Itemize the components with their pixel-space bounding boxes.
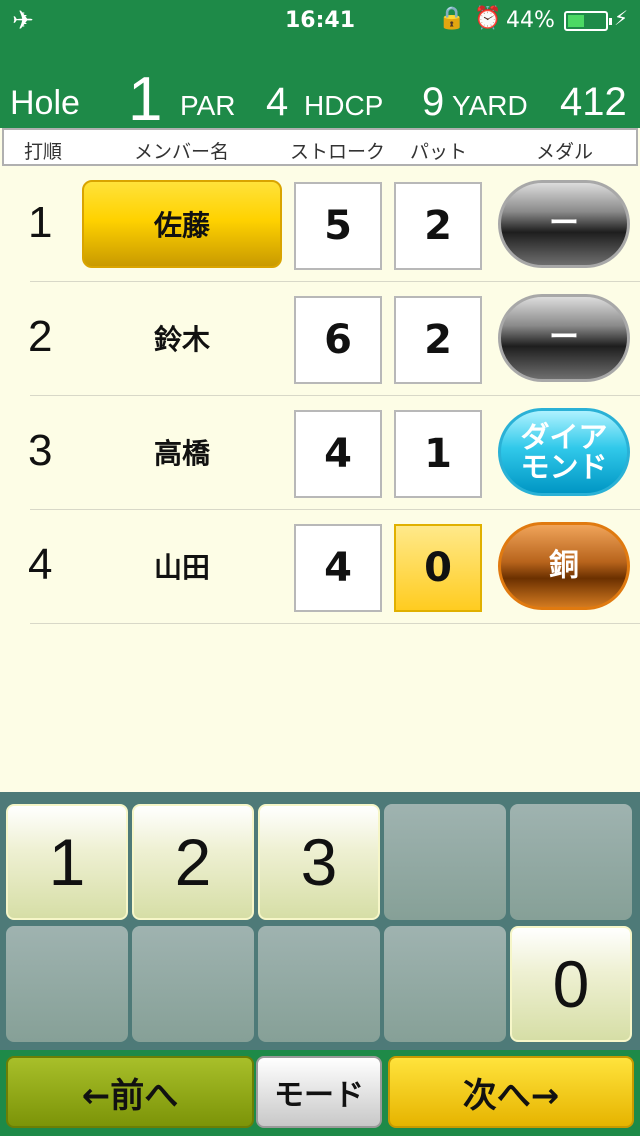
hdcp-label: HDCP: [304, 90, 384, 121]
column-member: メンバー名: [134, 141, 230, 163]
medal-badge[interactable]: ー: [498, 180, 630, 268]
status-bar: ✈ 16:41 🔒 ⏰ 44% ⚡: [0, 0, 640, 40]
key-2[interactable]: 2: [132, 804, 254, 920]
player-order: 1: [28, 198, 53, 247]
stroke-cell[interactable]: 6: [294, 296, 382, 384]
yard-label: YARD: [452, 90, 528, 121]
key-empty: [132, 926, 254, 1042]
player-name-button[interactable]: 山田: [82, 522, 282, 610]
mode-button[interactable]: モード: [256, 1056, 382, 1128]
putt-cell[interactable]: 2: [394, 296, 482, 384]
player-row: 2 鈴木 6 2 ー: [0, 282, 640, 396]
player-order: 4: [28, 540, 53, 589]
par-label: PAR: [180, 90, 236, 121]
player-name-button[interactable]: 鈴木: [82, 294, 282, 382]
row-divider: [30, 623, 640, 624]
key-1[interactable]: 1: [6, 804, 128, 920]
column-header: 打順 メンバー名 ストローク パット メダル: [2, 128, 638, 166]
player-name-button[interactable]: 高橋: [82, 408, 282, 496]
bottom-nav: ←前へ モード 次へ→: [0, 1050, 640, 1136]
medal-label-line: モンド: [520, 450, 608, 484]
column-order: 打順: [24, 141, 63, 163]
battery-fill: [568, 15, 584, 27]
stroke-cell[interactable]: 4: [294, 524, 382, 612]
alarm-icon: ⏰: [474, 6, 502, 31]
key-empty: [258, 926, 380, 1042]
medal-label: ダイア モンド: [520, 419, 608, 484]
key-empty: [6, 926, 128, 1042]
player-order: 2: [28, 312, 53, 361]
hole-label: Hole: [10, 84, 80, 122]
player-row: 3 高橋 4 1 ダイア モンド: [0, 396, 640, 510]
hole-value: 1: [128, 65, 163, 134]
par-value: 4: [266, 80, 289, 124]
key-empty: [384, 926, 506, 1042]
stroke-cell[interactable]: 4: [294, 410, 382, 498]
putt-cell[interactable]: 1: [394, 410, 482, 498]
column-stroke: ストローク: [290, 141, 386, 163]
number-keypad: 1 2 3 0: [0, 792, 640, 1050]
key-0[interactable]: 0: [510, 926, 632, 1042]
rotation-lock-icon: 🔒: [438, 6, 466, 31]
player-order: 3: [28, 426, 53, 475]
battery-icon: [564, 11, 612, 31]
medal-badge[interactable]: 銅: [498, 522, 630, 610]
putt-cell[interactable]: 2: [394, 182, 482, 270]
key-3[interactable]: 3: [258, 804, 380, 920]
medal-label-line: ダイア: [520, 419, 608, 454]
header-bar: ✈ 16:41 🔒 ⏰ 44% ⚡ Hole 1 PAR 4 HDCP 9 YA…: [0, 0, 640, 134]
medal-badge[interactable]: ダイア モンド: [498, 408, 630, 496]
player-name-button[interactable]: 佐藤: [82, 180, 282, 268]
medal-badge[interactable]: ー: [498, 294, 630, 382]
column-medal: メダル: [536, 141, 594, 163]
yard-value: 412: [560, 80, 627, 124]
putt-cell-selected[interactable]: 0: [394, 524, 482, 612]
stroke-cell[interactable]: 5: [294, 182, 382, 270]
hdcp-value: 9: [422, 80, 445, 124]
battery-nub: [609, 18, 612, 25]
player-row: 4 山田 4 0 銅: [0, 510, 640, 624]
hole-info: Hole 1 PAR 4 HDCP 9 YARD 412: [0, 56, 640, 134]
prev-button[interactable]: ←前へ: [6, 1056, 254, 1128]
battery-percent: 44%: [506, 8, 555, 33]
player-row: 1 佐藤 5 2 ー: [0, 168, 640, 282]
column-putt: パット: [410, 141, 468, 163]
key-empty: [510, 804, 632, 920]
charging-icon: ⚡: [614, 6, 629, 30]
next-button[interactable]: 次へ→: [388, 1056, 634, 1128]
key-empty: [384, 804, 506, 920]
